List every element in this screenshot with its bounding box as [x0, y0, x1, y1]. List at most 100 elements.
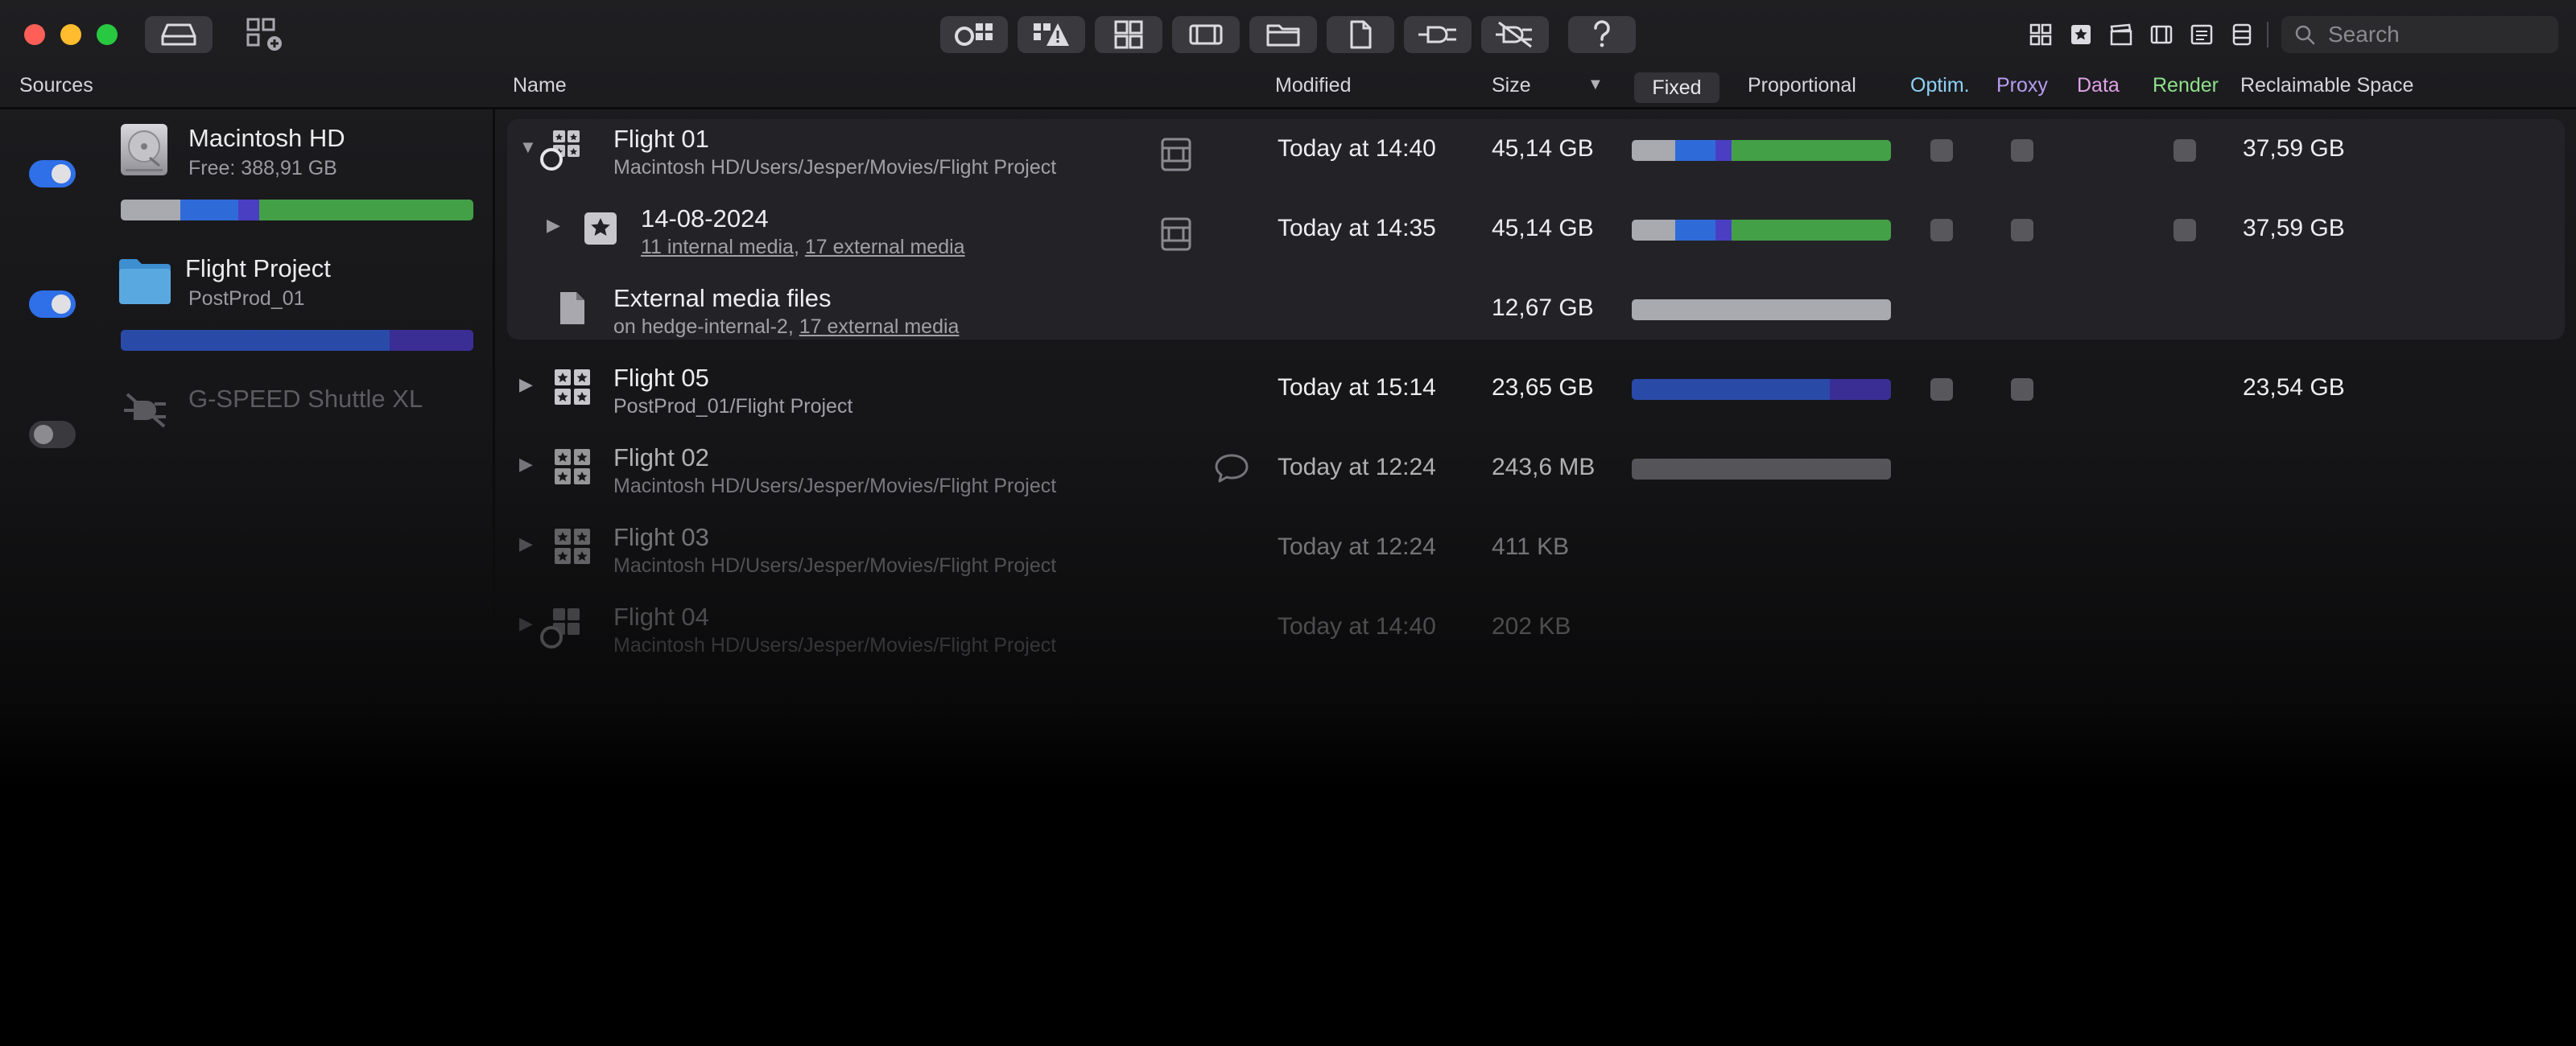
plug-icon	[1418, 26, 1456, 43]
source-toggle[interactable]	[29, 421, 76, 448]
usage-segment-indigo	[390, 330, 473, 351]
table-row[interactable]: ▶ Flight 04 Macintosh HD/Users/Jesper/Mo…	[495, 591, 2576, 670]
toolbar-media-button[interactable]	[1172, 16, 1240, 53]
size-value: 45,14 GB	[1492, 135, 1594, 162]
render-checkbox[interactable]	[2174, 139, 2196, 162]
event-star-icon	[584, 212, 617, 245]
optim-checkbox[interactable]	[1930, 219, 1953, 241]
grid-add-icon	[246, 18, 282, 51]
proxy-checkbox[interactable]	[2011, 139, 2033, 162]
proxy-checkbox[interactable]	[2011, 378, 2033, 401]
source-title: Macintosh HD	[188, 124, 345, 152]
usage-segment-darkgray	[1632, 459, 1891, 480]
filter-clips-button[interactable]	[2101, 16, 2141, 53]
library-grid-icon	[540, 608, 580, 649]
table-row[interactable]: ▶ 14-08-2024 11 internal media, 17 exter…	[495, 192, 2576, 272]
star-box-icon	[2071, 25, 2091, 44]
optim-checkbox[interactable]	[1930, 378, 1953, 401]
search-icon	[2295, 25, 2315, 45]
grid-small-icon	[2029, 23, 2052, 46]
header-divider	[0, 107, 2576, 109]
external-media-link[interactable]: 17 external media	[799, 315, 960, 338]
usage-segment-blue	[1675, 220, 1715, 241]
usage-segment-gray	[1632, 140, 1675, 161]
render-checkbox[interactable]	[2174, 219, 2196, 241]
filter-events-button[interactable]	[2061, 16, 2101, 53]
optim-checkbox[interactable]	[1930, 139, 1953, 162]
reclaimable-space-value: 37,59 GB	[2243, 215, 2345, 241]
add-project-button[interactable]	[242, 16, 290, 53]
toolbar-sync-projects-button[interactable]	[940, 16, 1008, 53]
size-value: 12,67 GB	[1492, 294, 1594, 321]
table-row[interactable]: External media files on hedge-internal-2…	[495, 272, 2576, 352]
grid-warning-icon	[1034, 23, 1069, 46]
usage-segment-gray	[121, 200, 180, 220]
proxy-column-header[interactable]: Proxy	[1996, 74, 2048, 97]
disclosure-triangle[interactable]: ▶	[519, 454, 533, 475]
disclosure-triangle[interactable]: ▶	[519, 533, 533, 554]
modified-column-header[interactable]: Modified	[1275, 74, 1352, 97]
comment-bubble-icon[interactable]	[1213, 452, 1250, 484]
fixed-scale-button[interactable]: Fixed	[1634, 72, 1719, 103]
internal-media-link[interactable]: 11 internal media	[641, 236, 794, 258]
filter-list-button[interactable]	[2182, 16, 2222, 53]
reclaimable-space-value: 23,54 GB	[2243, 374, 2345, 401]
toolbar-disconnected-button[interactable]	[1481, 16, 1549, 53]
subtitle-prefix: on hedge-internal-2,	[613, 315, 799, 338]
sync-grid-icon	[955, 23, 993, 46]
film-strip-icon	[1161, 138, 1191, 171]
size-value: 243,6 MB	[1492, 454, 1596, 480]
zoom-window-button[interactable]	[97, 24, 118, 45]
proportional-scale-button[interactable]: Proportional	[1748, 74, 1856, 97]
row-subtitle: Macintosh HD/Users/Jesper/Movies/Flight …	[613, 634, 1057, 657]
minimize-window-button[interactable]	[60, 24, 81, 45]
source-toggle[interactable]	[29, 290, 76, 318]
optim-column-header[interactable]: Optim.	[1910, 74, 1970, 97]
reclaimable-space-column-header[interactable]: Reclaimable Space	[2240, 74, 2413, 97]
modified-date: Today at 14:40	[1278, 135, 1436, 162]
disclosure-triangle[interactable]: ▶	[547, 215, 560, 236]
usage-segment-purple	[238, 200, 259, 220]
toolbar-connected-button[interactable]	[1404, 16, 1472, 53]
table-row[interactable]: ▼ Flight 01 Macintosh HD/Users/Jesper/Mo…	[495, 113, 2576, 192]
disclosure-triangle[interactable]: ▶	[519, 613, 533, 634]
table-row[interactable]: ▶ Flight 03 Macintosh HD/Users/Jesper/Mo…	[495, 511, 2576, 591]
usage-segment-navy	[121, 330, 390, 351]
disclosure-triangle[interactable]: ▼	[519, 137, 537, 158]
close-window-button[interactable]	[24, 24, 45, 45]
toolbar-folder-button[interactable]	[1249, 16, 1317, 53]
filter-projects-button[interactable]	[2021, 16, 2061, 53]
search-input[interactable]	[2326, 21, 2547, 48]
toggle-knob	[34, 425, 53, 444]
table-row[interactable]: ▶ Flight 05 PostProd_01/Flight Project T…	[495, 352, 2576, 431]
toolbar-warnings-button[interactable]	[1018, 16, 1085, 53]
sources-toggle-button[interactable]	[145, 16, 213, 53]
disclosure-triangle[interactable]: ▶	[519, 374, 533, 395]
view-filter-segment	[2021, 16, 2278, 53]
toolbar-file-button[interactable]	[1327, 16, 1394, 53]
render-column-header[interactable]: Render	[2153, 74, 2219, 97]
search-field[interactable]	[2281, 16, 2558, 53]
proxy-checkbox[interactable]	[2011, 219, 2033, 241]
toggle-knob	[52, 164, 71, 183]
drive-icon	[161, 23, 196, 46]
external-media-link[interactable]: 17 external media	[805, 236, 965, 258]
row-title: Flight 01	[613, 125, 709, 153]
size-value: 202 KB	[1492, 613, 1571, 640]
row-title: Flight 02	[613, 443, 709, 472]
fixed-label: Fixed	[1652, 76, 1702, 99]
row-subtitle: Macintosh HD/Users/Jesper/Movies/Flight …	[613, 554, 1057, 577]
source-toggle[interactable]	[29, 160, 76, 187]
toolbar-projects-button[interactable]	[1095, 16, 1162, 53]
size-column-header[interactable]: Size	[1492, 74, 1531, 97]
help-button[interactable]	[1568, 16, 1636, 53]
library-grid-icon	[555, 529, 590, 564]
filter-media-button[interactable]	[2141, 16, 2182, 53]
name-column-header[interactable]: Name	[513, 74, 567, 97]
clapper-icon	[2110, 23, 2132, 46]
sort-descending-icon[interactable]: ▼	[1587, 76, 1604, 94]
table-row[interactable]: ▶ Flight 02 Macintosh HD/Users/Jesper/Mo…	[495, 431, 2576, 511]
data-column-header[interactable]: Data	[2077, 74, 2120, 97]
usage-segment-navy	[1632, 379, 1830, 400]
filter-render-button[interactable]	[2222, 16, 2262, 53]
